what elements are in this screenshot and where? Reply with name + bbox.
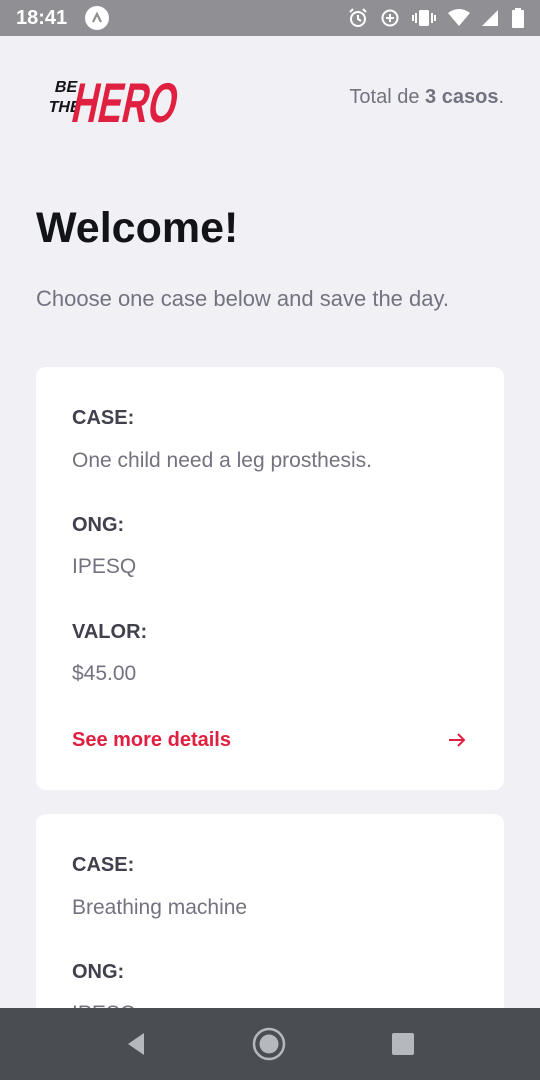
total-count: 3 casos — [425, 85, 499, 108]
case-card: CASE: One child need a leg prosthesis. O… — [36, 367, 504, 790]
case-value: One child need a leg prosthesis. — [72, 449, 373, 472]
see-more-details-button[interactable]: See more details — [72, 728, 468, 752]
ong-value: IPESQ — [72, 555, 137, 578]
valor-value: $45.00 — [72, 662, 137, 685]
case-label: CASE: — [72, 407, 135, 429]
total-prefix: Total de — [349, 85, 420, 108]
total-cases-text: Total de 3 casos. — [349, 86, 504, 109]
case-label: CASE: — [72, 854, 135, 876]
signal-icon — [482, 8, 500, 28]
be-the-hero-logo: BE THE HERO — [47, 72, 182, 130]
vibrate-icon — [412, 8, 436, 28]
page-title: Welcome! — [36, 204, 239, 252]
ong-label: ONG: — [72, 961, 125, 983]
data-saver-icon — [380, 8, 400, 28]
status-icons — [348, 8, 524, 28]
total-suffix: . — [498, 85, 504, 108]
recents-icon[interactable] — [385, 1026, 421, 1062]
status-time: 18:41 — [16, 6, 68, 29]
header: BE THE HERO Total de 3 casos. — [36, 64, 504, 130]
battery-icon — [512, 8, 524, 28]
wifi-icon — [448, 8, 470, 28]
status-bar: 18:41 — [0, 0, 540, 36]
case-value: Breathing machine — [72, 896, 248, 919]
navigation-bar — [0, 1008, 540, 1080]
see-more-details-label: See more details — [72, 728, 231, 751]
ong-label: ONG: — [72, 514, 125, 536]
valor-label: VALOR: — [72, 621, 148, 643]
arrow-right-icon — [449, 733, 466, 747]
home-icon[interactable] — [251, 1026, 287, 1062]
app-notification-icon — [85, 6, 110, 30]
back-icon[interactable] — [118, 1026, 154, 1062]
alarm-icon — [348, 8, 368, 28]
page-subtitle: Choose one case below and save the day. — [36, 286, 449, 311]
logo-text-hero: HERO — [67, 72, 182, 130]
